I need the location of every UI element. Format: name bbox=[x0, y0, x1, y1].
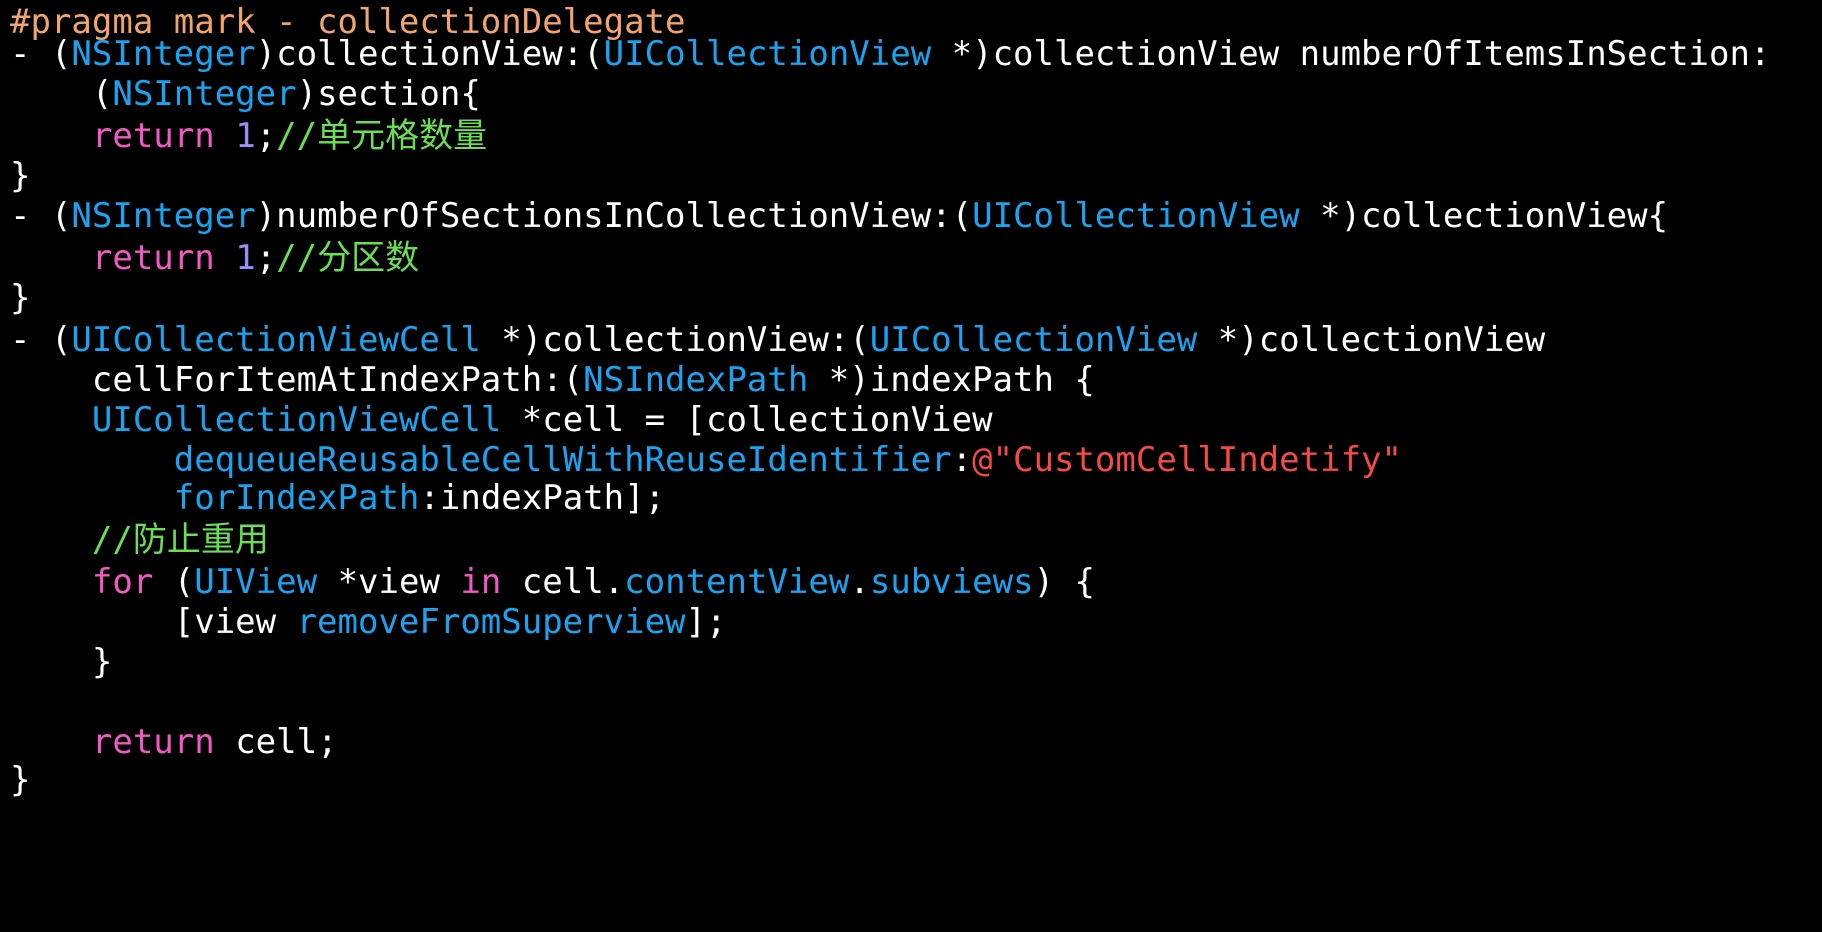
code-token-type: UIView bbox=[194, 562, 318, 602]
code-line[interactable]: return cell; bbox=[10, 720, 338, 764]
code-token-type: UICollectionView bbox=[603, 34, 932, 74]
code-token-type: NSInteger bbox=[71, 196, 256, 236]
code-token-plain: *)indexPath { bbox=[808, 360, 1095, 400]
code-token-plain: ) { bbox=[1033, 562, 1096, 602]
code-token-plain: *)collectionView{ bbox=[1299, 196, 1669, 236]
code-token-type: UICollectionView bbox=[972, 196, 1300, 236]
code-line[interactable]: //防止重用 bbox=[10, 518, 269, 562]
code-token-plain: : bbox=[951, 440, 973, 480]
code-line[interactable]: - (NSInteger)numberOfSectionsInCollectio… bbox=[10, 194, 1668, 238]
code-token-plain: *cell = [collectionView bbox=[501, 400, 993, 440]
code-line[interactable]: - (NSInteger)collectionView:(UICollectio… bbox=[10, 32, 1770, 76]
code-token-plain: )collectionView:( bbox=[255, 34, 604, 74]
code-token-plain: *)collectionView:( bbox=[480, 320, 870, 360]
code-token-type: NSInteger bbox=[112, 74, 297, 114]
code-line[interactable]: return 1;//单元格数量 bbox=[10, 114, 487, 158]
code-line[interactable]: (NSInteger)section{ bbox=[10, 72, 481, 116]
code-token-plain: )numberOfSectionsInCollectionView:( bbox=[255, 196, 973, 236]
code-line[interactable]: forIndexPath:indexPath]; bbox=[10, 476, 665, 520]
code-token-method: removeFromSuperview bbox=[296, 602, 686, 642]
code-token-plain: - ( bbox=[10, 196, 72, 236]
code-token-keyword: return bbox=[91, 238, 215, 278]
code-token-plain: - ( bbox=[10, 34, 72, 74]
code-token-method: subviews bbox=[869, 562, 1034, 602]
code-token-plain: - ( bbox=[10, 320, 72, 360]
code-line[interactable]: } bbox=[10, 276, 30, 320]
code-token-comment: //单元格数量 bbox=[276, 116, 488, 156]
code-line[interactable]: } bbox=[10, 640, 112, 684]
code-line[interactable]: [view removeFromSuperview]; bbox=[10, 600, 727, 644]
code-line[interactable]: for (UIView *view in cell.contentView.su… bbox=[10, 560, 1095, 604]
code-token-type: UICollectionViewCell bbox=[71, 320, 481, 360]
code-line[interactable]: } bbox=[10, 154, 30, 198]
code-line[interactable]: cellForItemAtIndexPath:(NSIndexPath *)in… bbox=[10, 358, 1095, 402]
code-token-number: 1 bbox=[235, 238, 256, 278]
code-line[interactable]: - (UICollectionViewCell *)collectionView… bbox=[10, 318, 1545, 362]
code-token-keyword: in bbox=[460, 562, 502, 602]
code-token-plain: *)collectionView bbox=[1197, 320, 1546, 360]
code-token-plain: ]; bbox=[685, 602, 727, 642]
code-token-plain: } bbox=[10, 642, 113, 682]
code-token-keyword: return bbox=[91, 722, 215, 762]
code-token-plain: cell; bbox=[214, 722, 338, 762]
code-token-plain: } bbox=[10, 156, 31, 196]
code-token-plain: } bbox=[10, 278, 31, 318]
code-token-plain: ( bbox=[153, 562, 195, 602]
code-token-number: 1 bbox=[235, 116, 256, 156]
code-token-plain: [view bbox=[10, 602, 297, 642]
code-token-method: dequeueReusableCellWithReuseIdentifier bbox=[173, 440, 952, 480]
code-token-method: contentView bbox=[624, 562, 850, 602]
code-token-string: @"CustomCellIndetify" bbox=[972, 440, 1402, 480]
code-token-plain: ; bbox=[255, 116, 277, 156]
code-token-comment: //分区数 bbox=[276, 238, 420, 278]
code-token-plain: cell. bbox=[501, 562, 625, 602]
code-editor[interactable]: #pragma mark - collectionDelegate - (NSIn… bbox=[0, 0, 1822, 932]
code-token-plain: ; bbox=[255, 238, 277, 278]
code-token-keyword: return bbox=[91, 116, 215, 156]
code-line[interactable]: UICollectionViewCell *cell = [collection… bbox=[10, 398, 993, 442]
code-token-plain: cellForItemAtIndexPath:( bbox=[10, 360, 584, 400]
code-token-plain: :indexPath]; bbox=[419, 478, 666, 518]
code-line[interactable]: } bbox=[10, 758, 30, 802]
code-token-plain: } bbox=[10, 760, 31, 800]
code-token-type: NSIndexPath bbox=[583, 360, 809, 400]
code-token-type: NSInteger bbox=[71, 34, 256, 74]
code-token-plain: )section{ bbox=[296, 74, 481, 114]
code-token-type: UICollectionView bbox=[869, 320, 1198, 360]
code-token-plain: *)collectionView numberOfItemsInSection: bbox=[931, 34, 1771, 74]
code-token-comment: //防止重用 bbox=[91, 520, 269, 560]
code-line[interactable]: return 1;//分区数 bbox=[10, 236, 419, 280]
code-token-plain: . bbox=[849, 562, 870, 602]
code-token-method: forIndexPath bbox=[173, 478, 420, 518]
code-token-plain: ( bbox=[10, 74, 113, 114]
code-token-keyword: for bbox=[91, 562, 154, 602]
code-token-plain: *view bbox=[317, 562, 461, 602]
code-token-type: UICollectionViewCell bbox=[91, 400, 502, 440]
